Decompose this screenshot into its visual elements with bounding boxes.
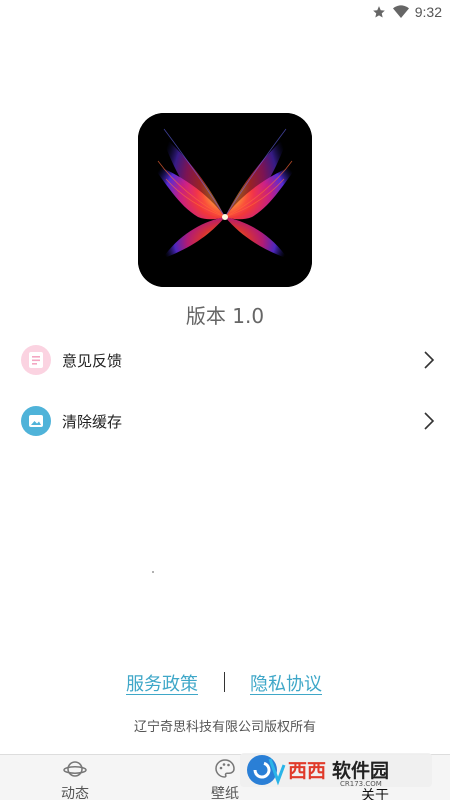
menu-item-clear-cache[interactable]: 清除缓存 (0, 396, 450, 446)
privacy-agreement-link[interactable]: 隐私协议 (250, 670, 322, 696)
butterfly-logo-icon (138, 113, 312, 287)
image-icon (21, 406, 51, 436)
tab-dynamic[interactable]: 动态 (0, 755, 150, 800)
copyright-text: 辽宁奇思科技有限公司版权所有 (133, 720, 316, 735)
svg-text:西西: 西西 (288, 760, 326, 782)
palette-icon (213, 758, 237, 780)
svg-text:软件园: 软件园 (332, 759, 389, 782)
chevron-right-icon (423, 351, 437, 369)
dot-artifact (152, 571, 154, 573)
watermark-logo: 西西 软件园 CR173.COM (240, 751, 432, 789)
feedback-icon (21, 345, 51, 375)
app-logo (138, 113, 312, 287)
planet-icon (63, 758, 87, 780)
version-label: 版本 1.0 (185, 304, 265, 328)
service-policy-link[interactable]: 服务政策 (126, 670, 198, 696)
tab-label: 动态 (61, 786, 89, 800)
svg-text:CR173.COM: CR173.COM (340, 780, 382, 788)
link-divider (224, 672, 225, 692)
menu-item-label: 清除缓存 (62, 412, 123, 431)
wifi-icon (392, 4, 409, 20)
star-icon (371, 4, 387, 20)
status-bar: 9:32 (0, 0, 450, 24)
chevron-right-icon (423, 412, 437, 430)
menu-item-feedback[interactable]: 意见反馈 (0, 335, 450, 385)
policy-links: 服务政策 隐私协议 (0, 670, 450, 698)
status-right: 9:32 (371, 2, 442, 22)
status-time: 9:32 (414, 4, 442, 20)
menu-item-label: 意见反馈 (62, 351, 123, 370)
